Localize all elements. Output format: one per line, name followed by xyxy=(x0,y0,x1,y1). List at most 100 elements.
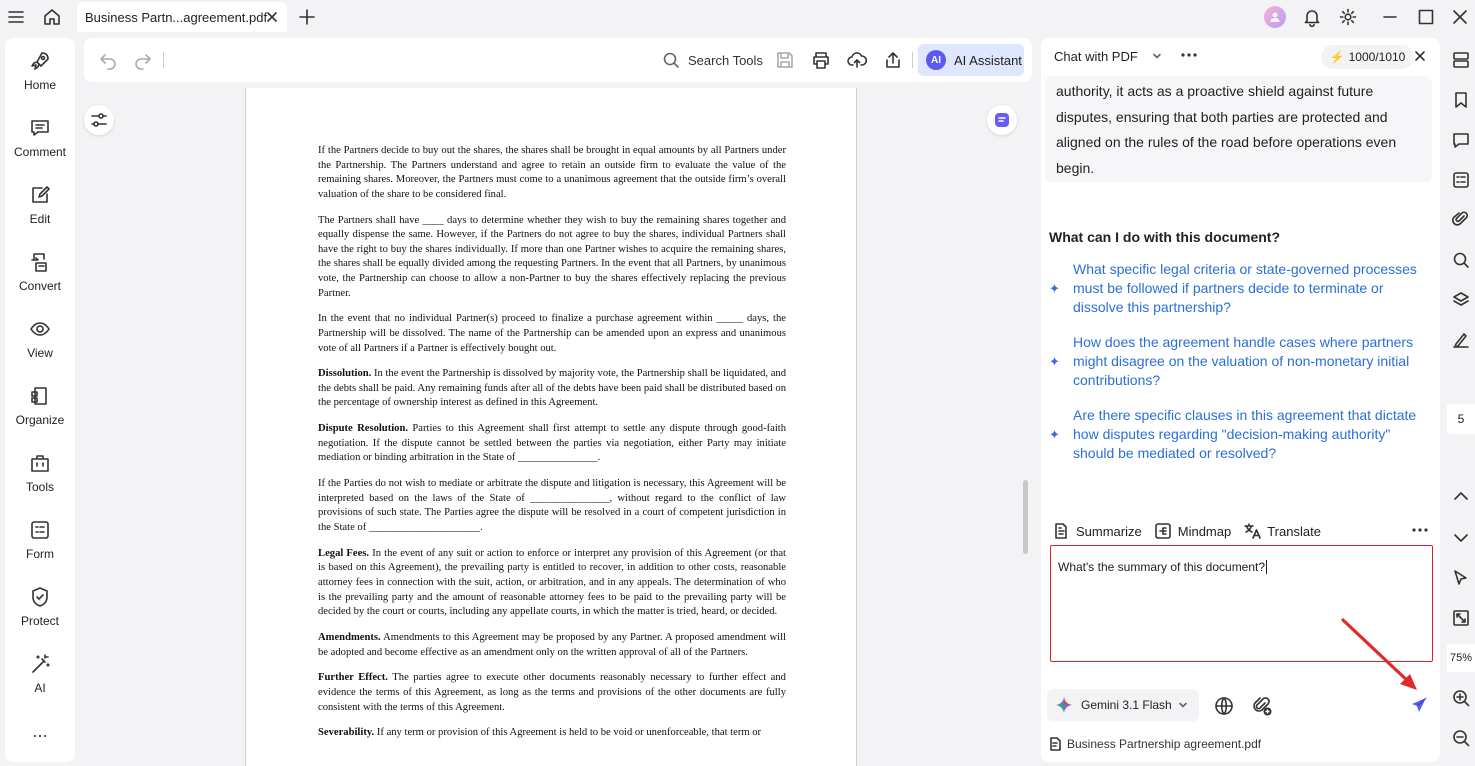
sidebar-item-label: Tools xyxy=(25,480,54,494)
document-tab[interactable]: Business Partn...agreement.pdf xyxy=(77,2,287,32)
sidebar-item-comment[interactable]: Comment xyxy=(5,113,75,173)
maximize-icon[interactable] xyxy=(1416,7,1436,27)
search-icon xyxy=(663,52,679,68)
comment-icon xyxy=(31,120,49,136)
comment-icon[interactable] xyxy=(1451,130,1471,150)
cloud-upload-icon[interactable] xyxy=(847,50,867,70)
chevron-down-icon[interactable] xyxy=(1151,50,1163,62)
close-panel-icon[interactable] xyxy=(1414,50,1426,62)
left-sidebar: Home Comment Edit Convert View Organize … xyxy=(5,38,75,762)
paragraph-text: In the event the Partnership is dissolve… xyxy=(318,368,786,409)
right-rail: 5 75% xyxy=(1443,38,1475,766)
ai-assistant-icon: AI xyxy=(926,50,946,70)
sidebar-item-tools[interactable]: Tools xyxy=(5,448,75,508)
form-fields-icon[interactable] xyxy=(1451,170,1471,190)
new-tab-icon[interactable] xyxy=(297,7,317,27)
print-icon[interactable] xyxy=(811,50,831,70)
sidebar-item-home[interactable]: Home xyxy=(5,46,75,106)
save-icon[interactable] xyxy=(775,50,795,70)
credits-badge[interactable]: ⚡ 1000/1010 xyxy=(1321,45,1414,69)
suggested-question[interactable]: ✦ Are there specific clauses in this agr… xyxy=(1049,406,1429,463)
attach-file-icon[interactable] xyxy=(1251,695,1273,717)
attached-file[interactable]: Business Partnership agreement.pdf xyxy=(1049,737,1261,751)
fit-page-icon[interactable] xyxy=(1451,608,1471,628)
chat-mode-dropdown[interactable]: Chat with PDF xyxy=(1054,49,1138,64)
chevron-down-icon[interactable] xyxy=(1451,528,1471,548)
suggested-question[interactable]: ✦ What specific legal criteria or state-… xyxy=(1049,260,1429,317)
globe-icon[interactable] xyxy=(1213,695,1235,717)
search-tools-button[interactable]: Search Tools xyxy=(662,50,763,70)
ai-assistant-button[interactable]: AI AI Assistant xyxy=(918,44,1024,76)
ai-sidebar-toggle-button[interactable] xyxy=(987,105,1017,135)
title-bar: Business Partn...agreement.pdf xyxy=(0,0,1475,34)
chevron-up-icon[interactable] xyxy=(1451,486,1471,506)
bookmark-icon[interactable] xyxy=(1451,90,1471,110)
page-number[interactable]: 5 xyxy=(1447,404,1475,434)
summarize-button[interactable]: Summarize xyxy=(1052,522,1142,540)
ai-assistant-label: AI Assistant xyxy=(954,52,1022,68)
share-icon[interactable] xyxy=(883,50,903,70)
sidebar-more-button[interactable]: ... xyxy=(5,722,75,740)
document-viewer[interactable]: If the Partners decide to buy out the sh… xyxy=(84,88,1032,766)
toolbar-divider xyxy=(912,52,913,68)
more-actions-icon[interactable] xyxy=(1411,523,1429,537)
zoom-out-icon[interactable] xyxy=(1451,728,1471,748)
sidebar-item-edit[interactable]: Edit xyxy=(5,180,75,240)
sidebar-item-form[interactable]: Form xyxy=(5,515,75,575)
close-window-icon[interactable] xyxy=(1450,7,1470,27)
panels-icon[interactable] xyxy=(1451,50,1471,70)
suggested-question-text: How does the agreement handle cases wher… xyxy=(1073,334,1414,388)
document-scrollbar[interactable] xyxy=(1023,480,1028,554)
undo-icon[interactable] xyxy=(98,50,118,70)
avatar[interactable] xyxy=(1264,6,1286,28)
redo-icon[interactable] xyxy=(133,50,153,70)
model-name: Gemini 3.1 Flash xyxy=(1081,698,1172,712)
document-paragraph: The Partners shall have ____ days to det… xyxy=(318,214,786,302)
document-paragraph: If the Parties do not wish to mediate or… xyxy=(318,477,786,535)
sidebar-item-label: Comment xyxy=(13,145,66,159)
quick-actions: Summarize Mindmap Translate xyxy=(1052,520,1437,542)
bell-icon[interactable] xyxy=(1302,7,1322,27)
mindmap-label: Mindmap xyxy=(1177,523,1232,539)
mindmap-icon xyxy=(1154,523,1171,539)
document-paragraph: Dissolution. In the event the Partnershi… xyxy=(318,367,786,411)
signature-icon[interactable] xyxy=(1451,330,1471,350)
layers-icon[interactable] xyxy=(1451,290,1471,310)
sidebar-item-organize[interactable]: Organize xyxy=(5,381,75,441)
mindmap-button[interactable]: Mindmap xyxy=(1154,522,1231,540)
zoom-level[interactable]: 75% xyxy=(1447,644,1475,672)
close-tab-icon[interactable] xyxy=(265,10,279,24)
model-selector[interactable]: Gemini 3.1 Flash xyxy=(1047,689,1199,721)
sidebar-item-ai[interactable]: AI xyxy=(5,649,75,709)
convert-icon xyxy=(31,253,47,272)
sidebar-item-protect[interactable]: Protect xyxy=(5,582,75,642)
paragraph-heading: Legal Fees. xyxy=(318,547,370,559)
shield-icon xyxy=(32,587,48,607)
send-icon[interactable] xyxy=(1410,696,1428,714)
sliders-icon xyxy=(91,113,107,127)
credits-count: 1000/1010 xyxy=(1348,50,1406,64)
display-settings-button[interactable] xyxy=(84,105,114,135)
gear-icon[interactable] xyxy=(1338,7,1358,27)
suggested-question[interactable]: ✦ How does the agreement handle cases wh… xyxy=(1049,333,1429,390)
paragraph-heading: Severability. xyxy=(318,727,375,739)
sidebar-item-view[interactable]: View xyxy=(5,314,75,374)
hamburger-menu-icon[interactable] xyxy=(6,7,26,27)
lightning-icon: ⚡ xyxy=(1329,50,1345,64)
summarize-label: Summarize xyxy=(1076,523,1142,539)
sidebar-item-label: Convert xyxy=(18,279,62,293)
paragraph-text: Amendments to this Agreement may be prop… xyxy=(318,631,786,658)
sidebar-item-convert[interactable]: Convert xyxy=(5,247,75,307)
zoom-in-icon[interactable] xyxy=(1451,688,1471,708)
translate-button[interactable]: Translate xyxy=(1243,522,1321,540)
annotation-arrow xyxy=(1341,618,1417,690)
home-icon[interactable] xyxy=(42,7,62,27)
more-options-icon[interactable] xyxy=(1179,47,1199,63)
suggestions-heading: What can I do with this document? xyxy=(1049,229,1280,245)
select-cursor-icon[interactable] xyxy=(1451,568,1471,588)
minimize-icon[interactable] xyxy=(1380,7,1400,27)
attached-file-name: Business Partnership agreement.pdf xyxy=(1067,737,1262,751)
ai-notes-icon xyxy=(995,113,1009,127)
search-icon[interactable] xyxy=(1451,250,1471,270)
attachment-icon[interactable] xyxy=(1451,210,1471,230)
